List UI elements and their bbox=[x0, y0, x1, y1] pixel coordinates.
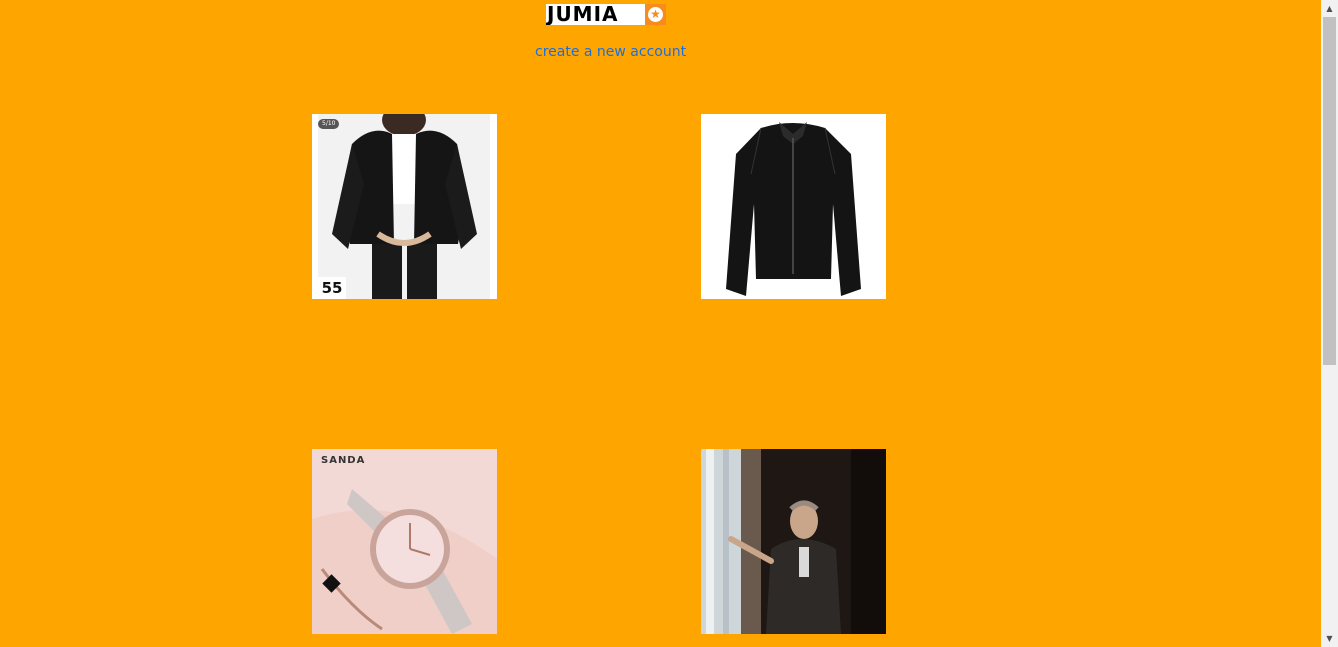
chevron-down-icon[interactable]: ▼ bbox=[1321, 630, 1338, 647]
product-card-watch[interactable]: SANDA bbox=[312, 449, 497, 634]
man-portrait-image bbox=[701, 449, 886, 634]
product-card-man-portrait[interactable] bbox=[701, 449, 886, 634]
chevron-up-icon[interactable]: ▲ bbox=[1321, 0, 1338, 17]
star-icon: ★ bbox=[645, 4, 666, 25]
watch-image bbox=[312, 449, 497, 634]
scrollbar-thumb[interactable] bbox=[1323, 17, 1336, 365]
jumia-logo[interactable]: JUMIA ★ bbox=[546, 4, 666, 25]
logo-text: JUMIA bbox=[547, 4, 619, 25]
create-account-link[interactable]: create a new account bbox=[535, 44, 686, 60]
size-badge: 55 bbox=[318, 277, 346, 299]
watch-brand-label: SANDA bbox=[321, 455, 366, 466]
vertical-scrollbar[interactable]: ▲ ▼ bbox=[1321, 0, 1338, 647]
fleece-jacket-image bbox=[318, 114, 490, 299]
product-card-leather-jacket[interactable] bbox=[701, 114, 886, 299]
image-count-badge: 5/10 bbox=[318, 119, 340, 129]
leather-jacket-image bbox=[726, 122, 861, 296]
product-card-fleece-jacket[interactable]: 5/10 55 bbox=[312, 114, 497, 299]
page: JUMIA ★ create a new account 5/10 55 SAN… bbox=[0, 0, 1338, 647]
